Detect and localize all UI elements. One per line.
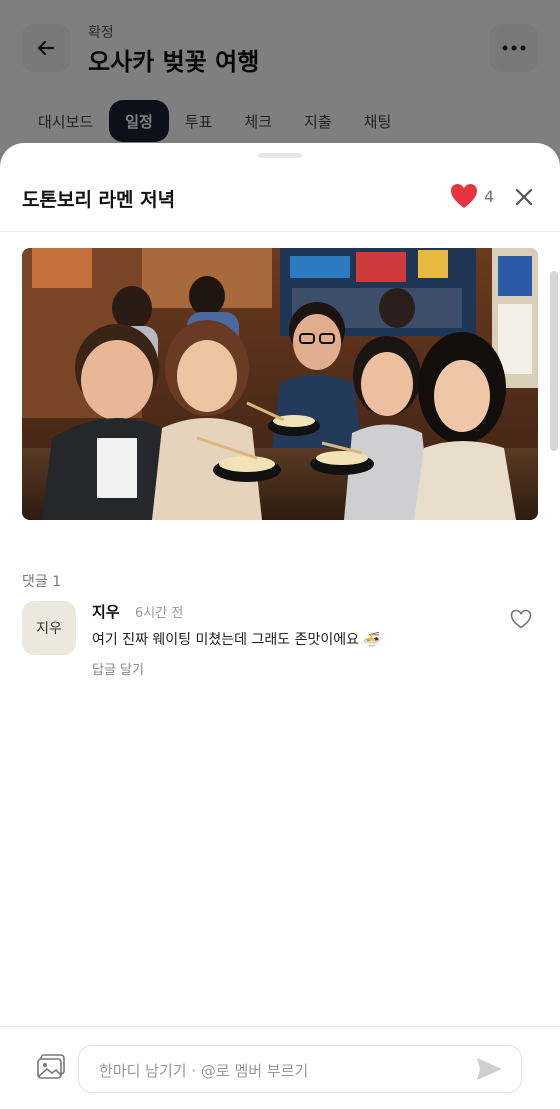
group-photo-image	[22, 248, 538, 520]
event-photo[interactable]	[22, 248, 538, 520]
attach-image-button[interactable]	[36, 1053, 68, 1083]
like-count: 4	[484, 186, 495, 206]
header-divider	[0, 231, 560, 232]
comment-author: 지우	[92, 603, 120, 621]
comment-input-placeholder: 한마디 남기기 · @로 멤버 부르기	[99, 1062, 309, 1080]
like-button[interactable]: 4	[450, 183, 494, 209]
heart-outline-icon	[510, 609, 532, 629]
comments-header: 댓글 1	[22, 574, 62, 590]
scrollbar[interactable]	[550, 271, 558, 451]
send-icon	[477, 1058, 502, 1080]
close-icon	[515, 188, 533, 206]
comment-composer: 한마디 남기기 · @로 멤버 부르기	[0, 1026, 560, 1109]
send-button[interactable]	[475, 1056, 505, 1082]
sheet-drag-handle[interactable]	[258, 153, 302, 158]
sheet-title: 도톤보리 라멘 저녁	[22, 189, 176, 211]
reply-button[interactable]: 답글 달기	[92, 659, 144, 678]
comment-like-button[interactable]	[510, 609, 534, 633]
comment-input[interactable]: 한마디 남기기 · @로 멤버 부르기	[78, 1045, 522, 1093]
close-button[interactable]	[510, 183, 538, 211]
heart-filled-icon	[451, 184, 477, 208]
schedule-detail-sheet: 도톤보리 라멘 저녁 4 댓글 1 지우 지우 6시간 전 여기 진짜 웨이팅 …	[0, 143, 560, 1109]
image-icon	[37, 1054, 65, 1079]
comment-text: 여기 진짜 웨이팅 미쳤는데 그래도 존맛이에요 🍜	[92, 632, 381, 648]
avatar[interactable]: 지우	[22, 601, 76, 655]
comment-timestamp: 6시간 전	[135, 606, 184, 621]
